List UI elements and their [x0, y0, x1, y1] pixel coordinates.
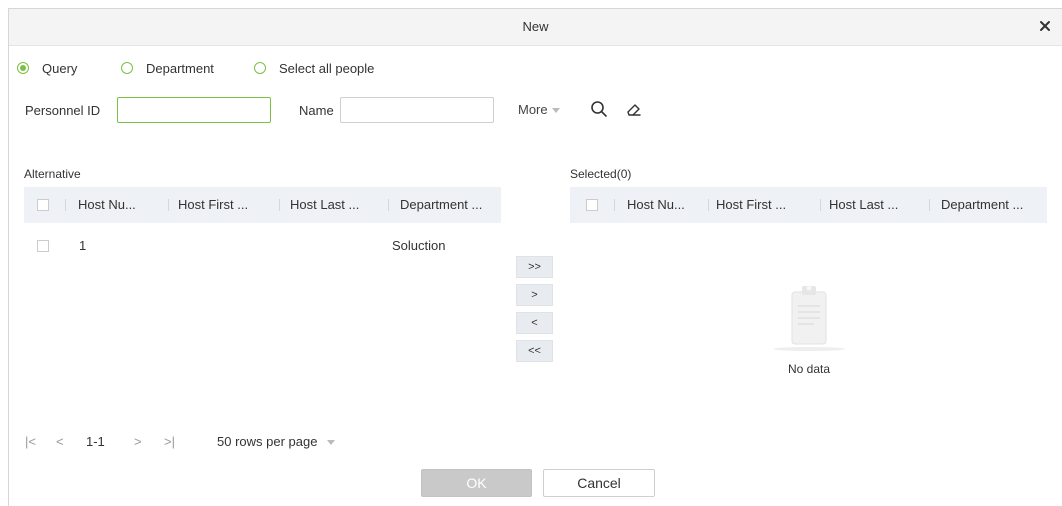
name-label: Name [299, 103, 334, 118]
column-separator [168, 199, 169, 211]
more-dropdown[interactable]: More [518, 102, 560, 117]
caret-down-icon [551, 108, 560, 113]
radio-department-indicator [121, 62, 133, 74]
cell-department: Soluction [392, 238, 446, 253]
column-separator [708, 199, 709, 211]
col-host-number[interactable]: Host Nu... [78, 187, 173, 223]
row-checkbox[interactable] [37, 240, 49, 252]
close-icon [1040, 21, 1050, 31]
col-department[interactable]: Department ... [941, 187, 1047, 223]
empty-state-text: No data [787, 362, 831, 376]
empty-state: No data [769, 279, 849, 376]
alternative-title: Alternative [24, 167, 81, 181]
alternative-select-all-checkbox[interactable] [37, 199, 49, 211]
clear-button[interactable] [620, 96, 648, 122]
dialog-titlebar: New [9, 9, 1062, 46]
cancel-button[interactable]: Cancel [543, 469, 655, 497]
search-icon [591, 101, 607, 117]
column-separator [279, 199, 280, 211]
radio-department-label: Department [146, 60, 214, 76]
search-button[interactable] [585, 96, 613, 122]
clipboard-icon [773, 285, 845, 351]
personnel-id-input[interactable] [117, 97, 271, 123]
dialog-title: New [522, 19, 549, 34]
selected-select-all-checkbox[interactable] [586, 199, 598, 211]
caret-down-icon [327, 440, 336, 445]
move-right-button[interactable]: > [516, 284, 553, 306]
new-dialog: New Query Department Select all people P… [8, 8, 1062, 506]
col-host-first-name[interactable]: Host First ... [178, 187, 283, 223]
alternative-grid-header: Host Nu... Host First ... Host Last ... … [24, 187, 501, 223]
radio-query-label: Query [42, 60, 78, 76]
col-host-last-name[interactable]: Host Last ... [290, 187, 390, 223]
column-separator [929, 199, 930, 211]
move-left-button[interactable]: < [516, 312, 553, 334]
rows-per-page-label: 50 rows per page [217, 434, 318, 449]
column-separator [614, 199, 615, 211]
name-input[interactable] [340, 97, 494, 123]
col-host-number[interactable]: Host Nu... [627, 187, 715, 223]
col-department[interactable]: Department ... [400, 187, 500, 223]
eraser-icon [627, 104, 641, 116]
column-separator [65, 199, 66, 211]
prev-page-button[interactable]: < [56, 434, 64, 449]
move-all-left-button[interactable]: << [516, 340, 553, 362]
col-host-last-name[interactable]: Host Last ... [829, 187, 929, 223]
move-all-right-button[interactable]: >> [516, 256, 553, 278]
last-page-button[interactable]: >| [164, 434, 175, 449]
column-separator [388, 199, 389, 211]
rows-per-page-select[interactable]: 50 rows per page [217, 434, 336, 449]
col-host-first-name[interactable]: Host First ... [716, 187, 820, 223]
radio-query[interactable]: Query [17, 58, 77, 78]
radio-select-all-label: Select all people [279, 60, 375, 76]
page-range: 1-1 [86, 434, 105, 449]
radio-department[interactable]: Department [121, 58, 214, 78]
next-page-button[interactable]: > [134, 434, 142, 449]
selected-grid-header: Host Nu... Host First ... Host Last ... … [570, 187, 1047, 223]
column-separator [820, 199, 821, 211]
close-button[interactable] [1034, 15, 1056, 37]
selected-title: Selected(0) [570, 167, 632, 181]
radio-select-all-indicator [254, 62, 266, 74]
first-page-button[interactable]: |< [25, 434, 36, 449]
personnel-id-label: Personnel ID [25, 103, 101, 118]
radio-query-indicator [17, 62, 29, 74]
ok-button[interactable]: OK [421, 469, 532, 497]
cell-host-number: 1 [79, 238, 87, 253]
radio-select-all-people[interactable]: Select all people [254, 58, 374, 78]
more-label: More [518, 102, 548, 117]
